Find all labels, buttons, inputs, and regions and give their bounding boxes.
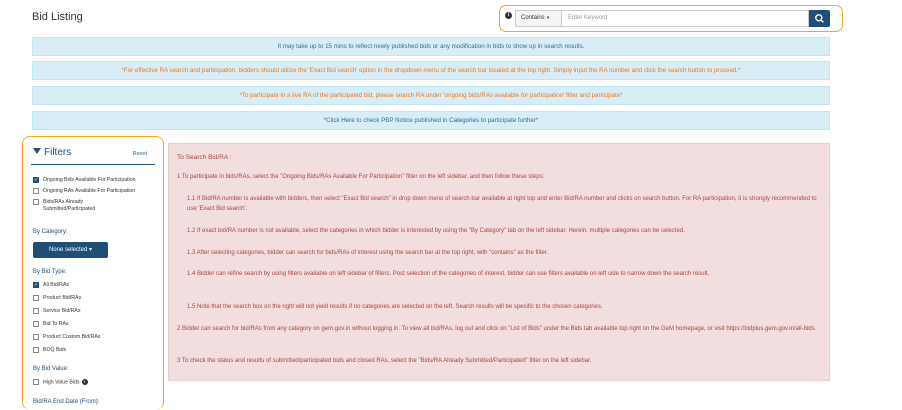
- search-bar: i Contains ▾ Enter Keyword: [499, 5, 843, 32]
- caret-down-icon: ▾: [546, 15, 550, 21]
- notice-live-ra: *To participate in a live RA of the part…: [32, 86, 830, 105]
- checkbox[interactable]: [33, 379, 39, 385]
- pbp-categories-link[interactable]: Categories: [449, 117, 479, 124]
- checkbox[interactable]: [33, 308, 39, 314]
- filters-title: Filters: [44, 147, 72, 158]
- end-date-label: Bid/RA End Date (From):: [33, 399, 100, 405]
- checkbox[interactable]: [33, 347, 39, 353]
- info-icon[interactable]: i: [81, 379, 88, 385]
- notice-refresh: It may take up to 15 mins to reflect new…: [32, 37, 830, 56]
- guide-step-1-2: 1.2 If exact bid/RA number is not availa…: [187, 228, 685, 234]
- bid-type-all[interactable]: All Bid/RAs: [33, 282, 153, 289]
- checkbox[interactable]: [33, 321, 39, 327]
- checkbox[interactable]: [33, 199, 39, 205]
- notice-pbp-post: to participate further*: [479, 117, 539, 124]
- bid-type-label-text: Product Bid/RAs: [43, 295, 82, 301]
- filter-ongoing-bids[interactable]: Ongoing Bids Available For Participation: [33, 177, 153, 184]
- category-dropdown[interactable]: None selected ▾: [33, 242, 108, 258]
- guide-step-3: 3 To check the status and results of sub…: [177, 358, 592, 364]
- bid-type-label: By Bid Type:: [33, 269, 67, 275]
- guide-step-2: 2 Bidder can search for bid/RAs from any…: [177, 326, 817, 332]
- pbp-here-link[interactable]: Here: [341, 117, 354, 124]
- notice-pbp: *Click Here to check PBP Notice publishe…: [32, 111, 830, 130]
- bid-type-label-text: Bid To RAs: [43, 321, 69, 327]
- bid-type-label-text: BOQ Bids: [43, 347, 67, 353]
- bid-type-product[interactable]: Product Bid/RAs: [33, 295, 153, 302]
- checkbox[interactable]: [33, 188, 39, 194]
- caret-down-icon: ▾: [89, 247, 93, 253]
- guide-step-1-4: 1.4 Bidder can refine search by using fi…: [187, 271, 710, 277]
- search-icon: [815, 14, 824, 23]
- high-value-bids[interactable]: High Value Bids i: [33, 379, 153, 386]
- notice-pbp-pre: *Click: [323, 117, 342, 124]
- bid-type-label-text: Service Bid/RAs: [43, 308, 81, 314]
- reset-link[interactable]: Reset: [133, 151, 147, 157]
- search-button[interactable]: [809, 10, 830, 27]
- bid-type-label-text: All Bid/RAs: [43, 282, 69, 288]
- checkbox[interactable]: [33, 282, 39, 288]
- guide-heading: To Search Bid/RA :: [177, 154, 232, 161]
- high-value-label: High Value Bids i: [43, 379, 153, 386]
- bid-type-product-custom[interactable]: Product Custom Bid/RAs: [33, 334, 153, 341]
- page-title: Bid Listing: [32, 11, 83, 23]
- filter-label: Bids/RAs Already Submitted/Participated: [43, 199, 96, 212]
- notice-pbp-mid: to check PBP Notice published in: [354, 117, 450, 124]
- search-mode-label: Contains: [521, 15, 545, 21]
- checkbox[interactable]: [33, 334, 39, 340]
- search-input[interactable]: Enter Keyword: [562, 10, 809, 27]
- filter-label: Ongoing RAs Available For Participation: [43, 188, 136, 194]
- bid-type-boq[interactable]: BOQ Bids: [33, 347, 153, 354]
- filters-divider: [31, 164, 155, 165]
- bid-type-service[interactable]: Service Bid/RAs: [33, 308, 153, 315]
- filter-submitted[interactable]: Bids/RAs Already Submitted/Participated: [33, 199, 115, 213]
- checkbox[interactable]: [33, 177, 39, 183]
- bid-value-label: By Bid Value:: [33, 366, 69, 372]
- search-mode-dropdown[interactable]: Contains ▾: [515, 10, 562, 27]
- funnel-icon: [33, 148, 41, 154]
- checkbox[interactable]: [33, 295, 39, 301]
- filter-label: Ongoing Bids Available For Participation: [43, 177, 136, 183]
- bid-type-label-text: Product Custom Bid/RAs: [43, 334, 101, 340]
- guide-step-1-3: 1.3 After selecting categories, bidder c…: [187, 250, 549, 256]
- info-icon[interactable]: i: [505, 12, 512, 19]
- high-value-text: High Value Bids: [43, 379, 80, 386]
- guide-step-1-5: 1.5 Note that the search box on the righ…: [187, 304, 603, 310]
- filter-ongoing-ras[interactable]: Ongoing RAs Available For Participation: [33, 188, 153, 195]
- search-guide-panel: To Search Bid/RA : 1 To participate in b…: [168, 143, 830, 381]
- guide-step-1-1: 1.1 If Bid/RA number is available with b…: [187, 196, 817, 212]
- bid-type-bid-to-ra[interactable]: Bid To RAs: [33, 321, 153, 328]
- filters-heading: Filters: [33, 147, 71, 158]
- category-label: By Category:: [33, 229, 68, 235]
- filters-sidebar: Filters Reset Ongoing Bids Available For…: [22, 136, 164, 410]
- category-dropdown-label: None selected: [48, 247, 88, 253]
- guide-step-1: 1 To participate in bids/RAs, select the…: [177, 174, 545, 180]
- notice-ra-search: *For effective RA search and participati…: [32, 61, 830, 80]
